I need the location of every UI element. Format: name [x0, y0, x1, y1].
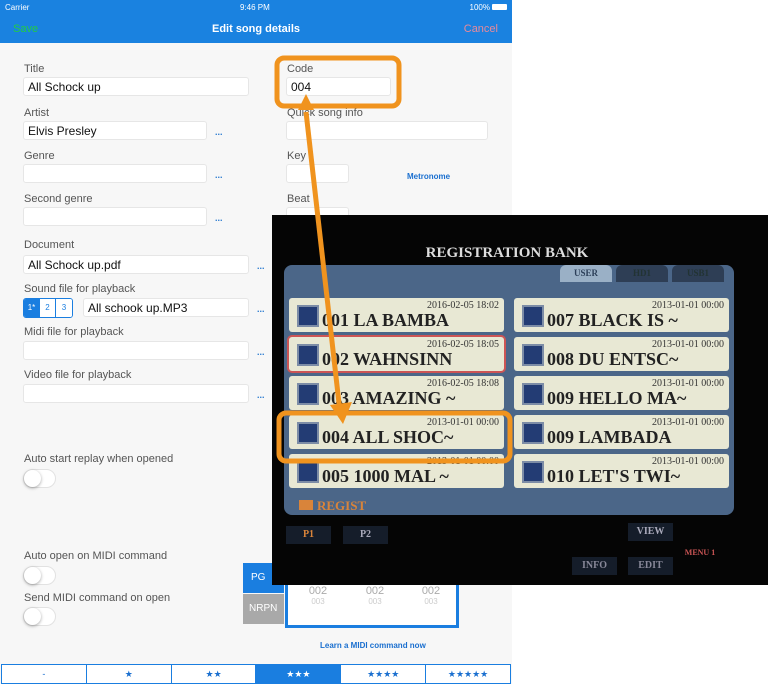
arrow-head-up-icon	[298, 94, 314, 110]
entry-highlight-box	[276, 410, 513, 464]
annotation-overlay	[274, 55, 513, 464]
arrow-line	[303, 111, 343, 413]
code-highlight-box	[274, 55, 402, 109]
